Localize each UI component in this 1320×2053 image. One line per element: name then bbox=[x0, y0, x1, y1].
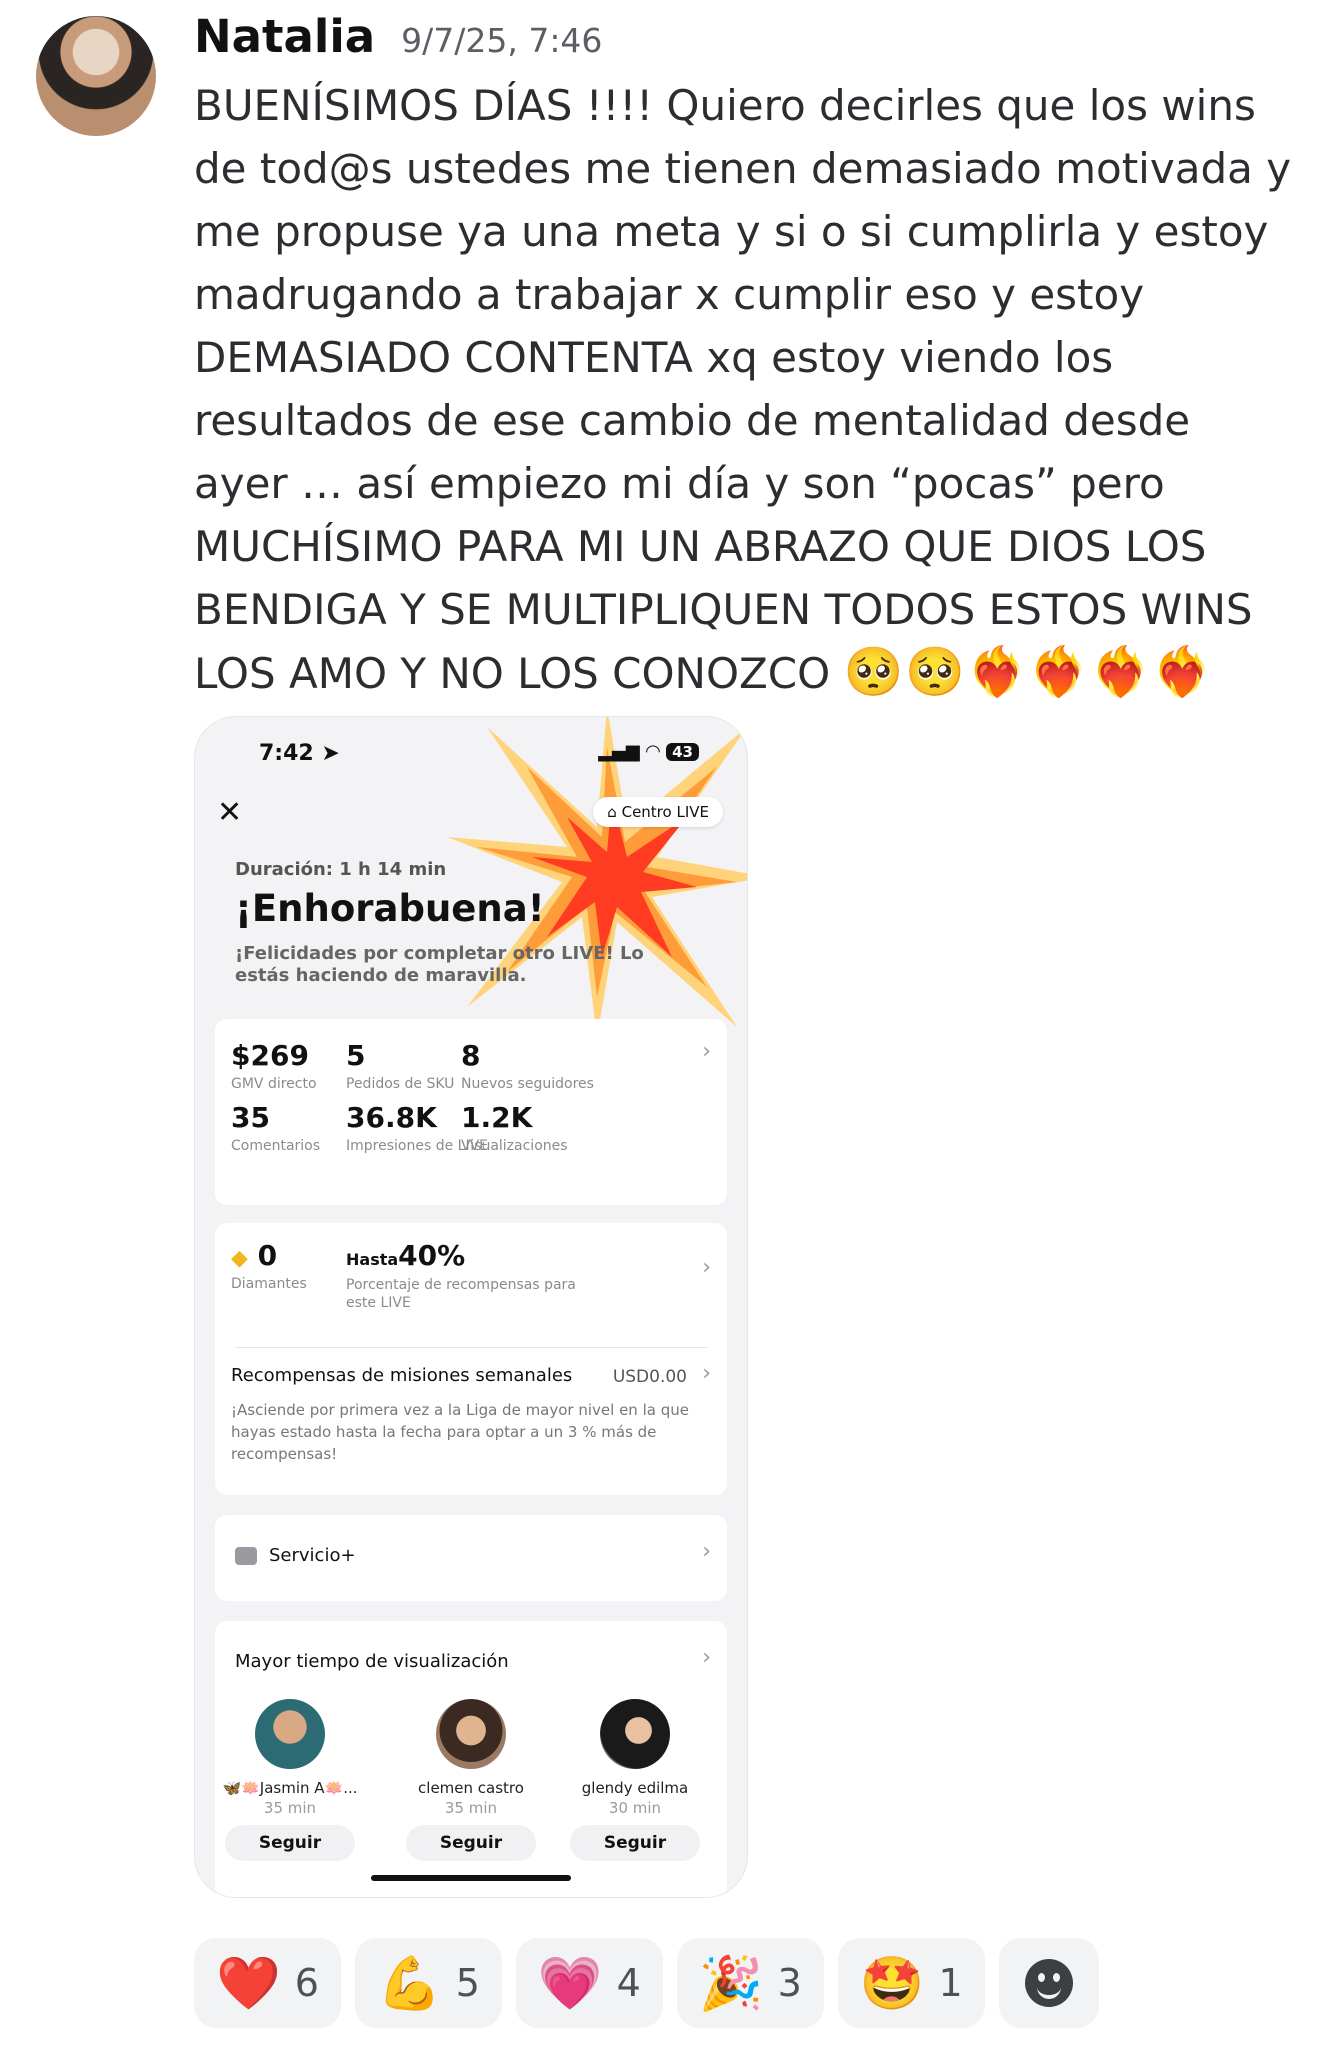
message-timestamp: 9/7/25, 7:46 bbox=[401, 21, 603, 60]
viewer-name: 🦋🪷Jasmin A🪷... bbox=[222, 1779, 358, 1797]
home-indicator bbox=[371, 1875, 571, 1881]
message-emojis: 🥺🥺❤️‍🔥❤️‍🔥❤️‍🔥❤️‍🔥 bbox=[843, 644, 1215, 700]
stats-card[interactable]: $269 GMV directo 5 Pedidos de SKU 8 Nuev… bbox=[215, 1019, 727, 1205]
add-reaction-button[interactable] bbox=[998, 1938, 1099, 2028]
reactions-bar: ❤️ 6 💪 5 💗 4 🎉 3 🤩 1 bbox=[194, 1938, 1099, 2028]
add-reaction-icon bbox=[1024, 1959, 1073, 2007]
star-struck-icon: 🤩 bbox=[859, 1953, 925, 2014]
chevron-right-icon[interactable]: › bbox=[702, 1645, 711, 1670]
viewer-time: 35 min bbox=[263, 1799, 317, 1817]
chevron-right-icon[interactable]: › bbox=[702, 1539, 711, 1564]
viewer-name: clemen castro bbox=[418, 1779, 524, 1797]
reaction-star-struck[interactable]: 🤩 1 bbox=[837, 1938, 985, 2028]
message-text: BUENÍSIMOS DÍAS !!!! Quiero decirles que… bbox=[194, 74, 1294, 705]
reaction-party[interactable]: 🎉 3 bbox=[676, 1938, 824, 2028]
weekly-rewards-description: ¡Asciende por primera vez a la Liga de m… bbox=[231, 1401, 689, 1463]
subtitle: ¡Felicidades por completar otro LIVE! Lo… bbox=[235, 943, 644, 986]
author-avatar[interactable] bbox=[36, 16, 156, 136]
viewer-avatar[interactable] bbox=[436, 1699, 506, 1769]
rewards-percentage: Hasta40% Porcentaje de recompensas para … bbox=[346, 1239, 576, 1311]
reaction-heart[interactable]: ❤️ 6 bbox=[194, 1938, 341, 2028]
chevron-right-icon[interactable]: › bbox=[702, 1039, 711, 1064]
chevron-right-icon[interactable]: › bbox=[702, 1255, 711, 1280]
stat-visualizaciones: 1.2K Visualizaciones bbox=[461, 1101, 568, 1154]
viewer-time: 35 min bbox=[444, 1799, 498, 1817]
growing-heart-icon: 💗 bbox=[537, 1953, 603, 2014]
centro-live-button[interactable]: ⌂ Centro LIVE bbox=[593, 797, 723, 827]
top-viewers-title: Mayor tiempo de visualización bbox=[235, 1651, 509, 1672]
reaction-count: 6 bbox=[294, 1961, 319, 2005]
stat-pedidos: 5 Pedidos de SKU bbox=[346, 1039, 455, 1092]
follow-button[interactable]: Seguir bbox=[570, 1825, 700, 1861]
top-viewers-card[interactable]: Mayor tiempo de visualización › 🦋🪷Jasmin… bbox=[215, 1621, 727, 1897]
heart-icon: ❤️ bbox=[216, 1953, 281, 2014]
stat-comentarios: 35 Comentarios bbox=[231, 1101, 321, 1154]
close-icon[interactable]: ✕ bbox=[217, 795, 242, 830]
viewer-item: glendy edilma 30 min Seguir bbox=[560, 1699, 710, 1861]
chat-icon bbox=[235, 1547, 257, 1565]
starburst-graphic bbox=[447, 717, 747, 1037]
reaction-count: 5 bbox=[455, 1961, 480, 2005]
viewer-time: 30 min bbox=[608, 1799, 662, 1817]
reaction-count: 3 bbox=[777, 1961, 802, 2005]
viewer-item: 🦋🪷Jasmin A🪷... 35 min Seguir bbox=[215, 1699, 365, 1861]
reaction-count: 4 bbox=[616, 1961, 641, 2005]
flexed-biceps-icon: 💪 bbox=[376, 1953, 442, 2014]
servicio-card[interactable]: Servicio+ › bbox=[215, 1515, 727, 1601]
message-header: Natalia 9/7/25, 7:46 bbox=[194, 10, 602, 63]
status-icons: ▂▄▆ ◠ 43 bbox=[598, 741, 699, 762]
servicio-label: Servicio+ bbox=[269, 1545, 356, 1566]
weekly-rewards-title: Recompensas de misiones semanales bbox=[231, 1365, 573, 1386]
battery-icon: 43 bbox=[666, 743, 699, 761]
follow-button[interactable]: Seguir bbox=[406, 1825, 536, 1861]
reaction-muscle[interactable]: 💪 5 bbox=[354, 1938, 502, 2028]
reaction-pink-heart[interactable]: 💗 4 bbox=[515, 1938, 663, 2028]
weekly-rewards-amount: USD0.00 bbox=[612, 1367, 687, 1387]
follow-button[interactable]: Seguir bbox=[225, 1825, 355, 1861]
author-name[interactable]: Natalia bbox=[194, 10, 375, 63]
message-body: BUENÍSIMOS DÍAS !!!! Quiero decirles que… bbox=[194, 81, 1292, 698]
viewer-avatar[interactable] bbox=[600, 1699, 670, 1769]
viewer-name: glendy edilma bbox=[581, 1779, 689, 1797]
reaction-count: 1 bbox=[938, 1961, 963, 2005]
stat-seguidores: 8 Nuevos seguidores bbox=[461, 1039, 594, 1092]
viewer-item: clemen castro 35 min Seguir bbox=[396, 1699, 546, 1861]
divider bbox=[235, 1347, 707, 1348]
status-time: 7:42 ➤ bbox=[259, 741, 340, 766]
chevron-right-icon[interactable]: › bbox=[702, 1361, 711, 1386]
image-attachment[interactable]: 7:42 ➤ ▂▄▆ ◠ 43 ✕ ⌂ Centro LIVE Duración… bbox=[194, 716, 748, 1898]
live-duration: Duración: 1 h 14 min bbox=[235, 859, 447, 880]
viewer-avatar[interactable] bbox=[255, 1699, 325, 1769]
party-popper-icon: 🎉 bbox=[698, 1953, 764, 2014]
diamonds-stat: ◆ 0 Diamantes bbox=[231, 1239, 307, 1292]
headline: ¡Enhorabuena! bbox=[235, 887, 545, 930]
diamond-icon: ◆ bbox=[231, 1246, 248, 1271]
stat-gmv: $269 GMV directo bbox=[231, 1039, 317, 1092]
rewards-card[interactable]: ◆ 0 Diamantes Hasta40% Porcentaje de rec… bbox=[215, 1223, 727, 1495]
home-icon: ⌂ bbox=[607, 803, 617, 821]
